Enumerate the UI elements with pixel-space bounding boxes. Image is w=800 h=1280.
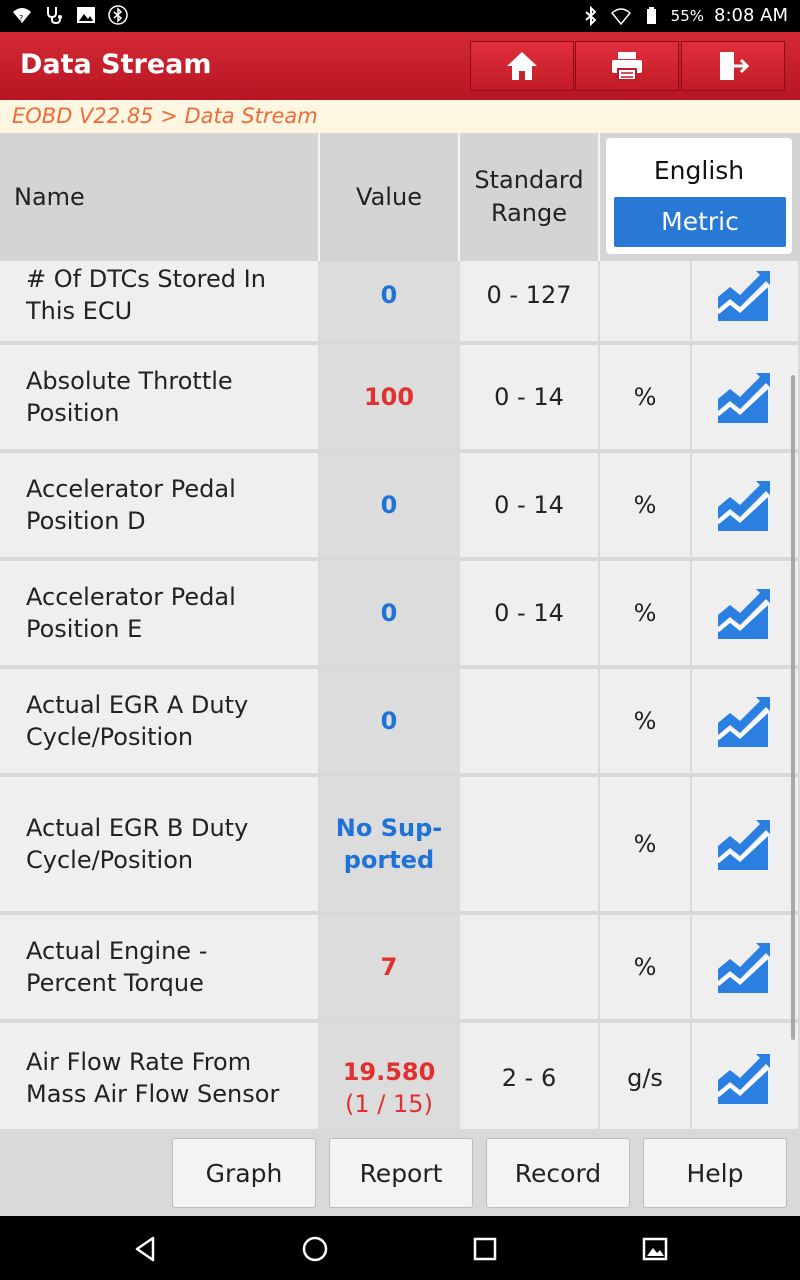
graph-button[interactable] [692, 345, 798, 449]
row-range: 2 - 6 [460, 1023, 598, 1129]
row-range [460, 915, 598, 1019]
row-value: 0 [320, 561, 458, 665]
header-name: Name [0, 133, 320, 261]
row-name: Accelerator Pedal Position D [0, 453, 318, 557]
row-unit: % [600, 453, 690, 557]
scrollbar[interactable] [791, 375, 795, 1040]
table-row[interactable]: Actual Engine - Percent Torque 7 % [0, 915, 800, 1019]
table-row[interactable]: Accelerator Pedal Position D 0 0 - 14 % [0, 453, 800, 557]
row-name: Absolute Throttle Position [0, 345, 318, 449]
exit-icon [720, 52, 750, 80]
image-icon [77, 7, 95, 23]
row-name: Accelerator Pedal Position E [0, 561, 318, 665]
row-name: Actual Engine - Percent Torque [0, 915, 318, 1019]
trend-chart-icon [717, 697, 770, 747]
home-icon [507, 52, 537, 80]
bottom-toolbar: Graph Report Record Help [0, 1130, 800, 1216]
table-row[interactable]: Accelerator Pedal Position E 0 0 - 14 % [0, 561, 800, 665]
stethoscope-icon [47, 7, 62, 25]
header-standard-range: Standard Range [460, 133, 600, 261]
print-button[interactable] [575, 41, 679, 91]
trend-chart-icon [717, 943, 770, 993]
unit-toggle: English Metric [606, 138, 792, 254]
row-name: Actual EGR A Duty Cycle/Position [0, 669, 318, 773]
graph-button[interactable] [692, 453, 798, 557]
row-range: 0 - 14 [460, 345, 598, 449]
graph-button[interactable] [692, 1023, 798, 1129]
table-row[interactable]: Air Flow Rate From Mass Air Flow Sensor 1… [0, 1023, 800, 1129]
print-icon [612, 52, 642, 81]
english-option[interactable]: English [606, 156, 792, 185]
row-name: Air Flow Rate From Mass Air Flow Sensor [0, 1023, 318, 1129]
row-value: 7 [320, 915, 458, 1019]
row-unit: % [600, 669, 690, 773]
row-range [460, 669, 598, 773]
table-row[interactable]: Absolute Throttle Position 100 0 - 14 % [0, 345, 800, 449]
svg-text:?: ? [19, 14, 23, 23]
header-range-line2: Range [490, 199, 568, 227]
row-range: 0 - 14 [460, 453, 598, 557]
graph-button[interactable] [692, 561, 798, 665]
row-unit: % [600, 561, 690, 665]
row-value: 19.580 (1 / 15) [320, 1023, 458, 1129]
row-name: Actual EGR B Duty Cycle/Position [0, 777, 318, 911]
trend-chart-icon [717, 589, 770, 639]
row-range [460, 777, 598, 911]
record-button[interactable]: Record [486, 1138, 630, 1208]
clock: 8:08 AM [714, 5, 788, 26]
table-row[interactable]: # Of DTCs Stored In This ECU 0 0 - 127 [0, 261, 800, 341]
recents-icon[interactable] [470, 1234, 500, 1264]
graph-button[interactable] [692, 777, 798, 911]
row-unit: g/s [600, 1023, 690, 1129]
row-unit: % [600, 345, 690, 449]
table-row[interactable]: Actual EGR A Duty Cycle/Position 0 % [0, 669, 800, 773]
header-range-line1: Standard [474, 166, 584, 194]
row-unit: % [600, 915, 690, 1019]
trend-chart-icon [717, 1054, 770, 1104]
help-button[interactable]: Help [643, 1138, 787, 1208]
trend-chart-icon [717, 820, 770, 870]
battery-percent: 55% [670, 6, 704, 25]
row-unit [600, 261, 690, 341]
screenshot-icon[interactable] [640, 1234, 670, 1264]
system-nav-bar [0, 1216, 800, 1280]
home-nav-icon[interactable] [300, 1234, 330, 1264]
trend-chart-icon [717, 271, 770, 321]
metric-option[interactable]: Metric [614, 197, 786, 247]
header-value: Value [320, 133, 460, 261]
graph-tab-button[interactable]: Graph [172, 1138, 316, 1208]
back-icon[interactable] [131, 1234, 161, 1264]
battery-icon [646, 6, 656, 24]
table-row[interactable]: Actual EGR B Duty Cycle/Position No Sup-p… [0, 777, 800, 911]
row-value: No Sup-ported [320, 777, 458, 911]
status-bar: ? 55% 8:08 AM [0, 0, 800, 32]
wifi-icon [610, 7, 631, 25]
row-value: 0 [320, 261, 458, 341]
row-value: 0 [320, 453, 458, 557]
graph-button[interactable] [692, 669, 798, 773]
breadcrumb: EOBD V22.85 > Data Stream [0, 100, 800, 133]
data-stream-list[interactable]: # Of DTCs Stored In This ECU 0 0 - 127 Ab… [0, 261, 800, 1129]
row-range: 0 - 14 [460, 561, 598, 665]
bluetooth-circle-icon [108, 5, 128, 25]
page-title: Data Stream [20, 49, 212, 80]
home-button[interactable] [470, 41, 574, 91]
row-range: 0 - 127 [460, 261, 598, 341]
row-value: 0 [320, 669, 458, 773]
wifi-question-icon: ? [13, 8, 31, 23]
row-unit: % [600, 777, 690, 911]
graph-button[interactable] [692, 915, 798, 1019]
app-header: Data Stream [0, 32, 800, 100]
graph-button[interactable] [692, 261, 798, 341]
bluetooth-icon [584, 5, 597, 26]
report-button[interactable]: Report [329, 1138, 473, 1208]
trend-chart-icon [717, 373, 770, 423]
row-value: 100 [320, 345, 458, 449]
row-name: # Of DTCs Stored In This ECU [0, 261, 318, 341]
exit-button[interactable] [681, 41, 785, 91]
trend-chart-icon [717, 481, 770, 531]
